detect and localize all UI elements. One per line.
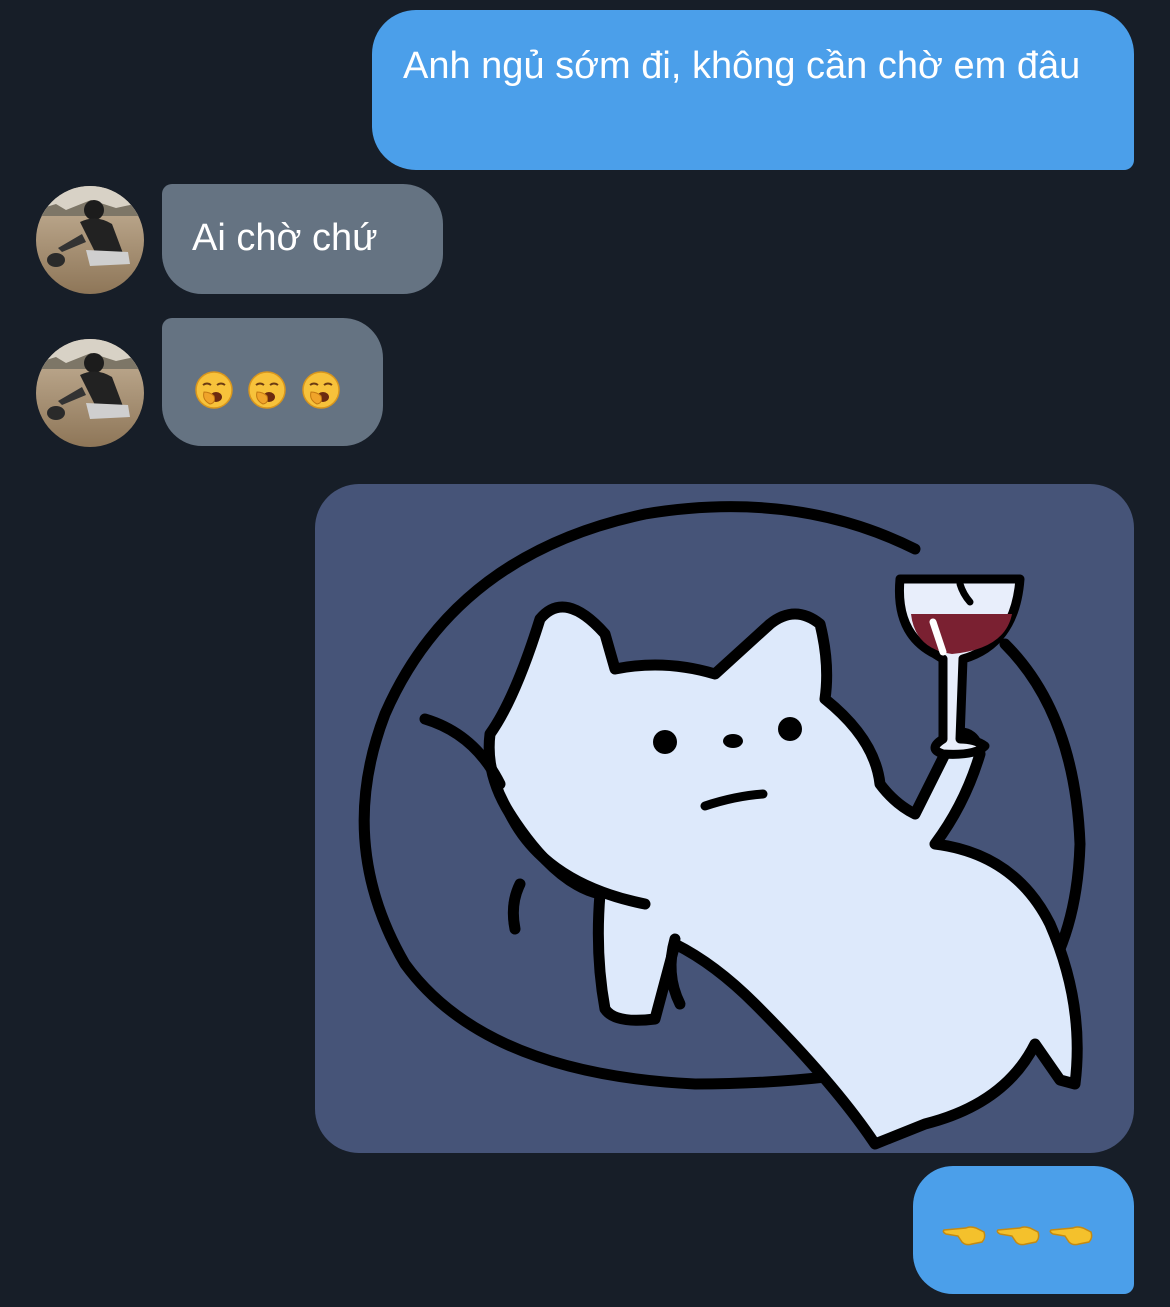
avatar-photo-icon bbox=[36, 186, 144, 294]
incoming-message-bubble[interactable]: Ai chờ chứ bbox=[162, 184, 443, 294]
message-text: Anh ngủ sớm đi, không cần chờ em đâu bbox=[403, 45, 1081, 87]
yawning-face-icon bbox=[248, 371, 286, 409]
yawning-face-icon bbox=[195, 371, 233, 409]
yawning-face-icon bbox=[302, 371, 340, 409]
backhand-index-pointing-left-icon bbox=[942, 1226, 986, 1246]
contact-avatar[interactable] bbox=[36, 339, 144, 447]
message-text: Ai chờ chứ bbox=[192, 217, 378, 259]
backhand-index-pointing-left-icon bbox=[996, 1226, 1040, 1246]
outgoing-message-bubble[interactable]: Anh ngủ sớm đi, không cần chờ em đâu bbox=[372, 10, 1134, 170]
avatar-photo-icon bbox=[36, 339, 144, 447]
sticker-message[interactable] bbox=[315, 484, 1134, 1153]
backhand-index-pointing-left-icon bbox=[1049, 1226, 1093, 1246]
cat-with-wine-sticker bbox=[358, 501, 1086, 1150]
contact-avatar[interactable] bbox=[36, 186, 144, 294]
